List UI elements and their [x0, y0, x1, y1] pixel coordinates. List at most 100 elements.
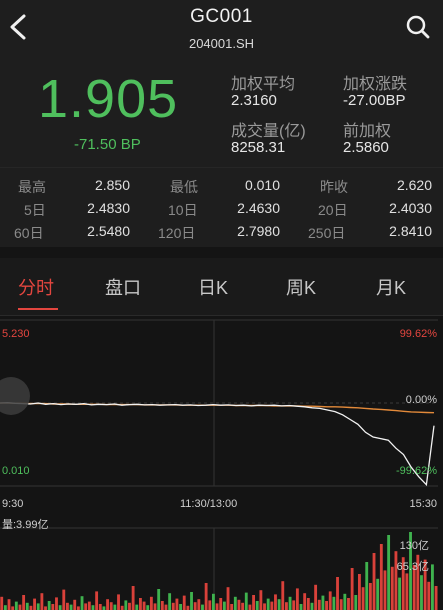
volume-bar — [383, 570, 387, 610]
avg-120d-value: 2.7980 — [237, 223, 280, 239]
volume-bar — [149, 596, 153, 610]
volume-bar — [22, 595, 26, 610]
tab-order-book[interactable]: 盘口 — [105, 274, 141, 300]
prev-close-label: 昨收 — [320, 179, 348, 195]
volume-bar — [47, 601, 51, 610]
weighted-change-value: -27.00BP — [343, 92, 406, 109]
volume-bar — [29, 605, 33, 610]
avg-60d-label: 60日 — [14, 225, 44, 241]
weighted-avg-value: 2.3160 — [231, 92, 277, 109]
volume-bar — [66, 602, 69, 610]
volume-bar — [431, 564, 434, 610]
high-value: 2.850 — [94, 177, 130, 193]
volume-value: 8258.31 — [231, 139, 286, 156]
volume-bar — [328, 591, 332, 610]
volume-bar — [193, 602, 197, 610]
y-axis-bottom-right: -99.62% — [396, 465, 437, 477]
volume-bar — [263, 603, 266, 610]
weighted-change-label: 加权涨跌 — [343, 76, 408, 93]
volume-bar — [358, 574, 361, 610]
volume-bar — [405, 573, 409, 610]
volume-bar — [135, 604, 139, 610]
volume-bar — [146, 605, 150, 610]
volume-bar — [314, 584, 318, 610]
volume-bar — [292, 600, 296, 610]
volume-bar — [306, 598, 310, 610]
volume-bar — [128, 602, 131, 610]
tab-intraday[interactable]: 分时 — [18, 274, 54, 300]
volume-bar — [427, 581, 431, 610]
volume-bar — [303, 593, 307, 610]
volume-bar — [248, 604, 252, 610]
volume-bar — [208, 600, 212, 610]
avg-5d-label: 5日 — [24, 202, 46, 218]
volume-bar — [197, 599, 201, 610]
volume-bar — [365, 562, 369, 610]
volume-bar — [379, 544, 383, 610]
volume-bar — [325, 601, 328, 610]
volume-bar — [420, 575, 423, 610]
volume-bar — [317, 599, 321, 610]
volume-bar — [171, 602, 175, 610]
volume-bar — [11, 606, 15, 610]
prev-weighted-label: 前加权 — [343, 123, 392, 140]
volume-bar — [7, 599, 11, 610]
volume-bar — [55, 597, 58, 610]
x-axis-end: 15:30 — [409, 498, 437, 510]
volume-bar — [25, 602, 29, 610]
volume-bar — [350, 568, 354, 610]
volume-bar — [69, 604, 73, 610]
volume-bar — [87, 601, 91, 610]
volume-bar — [237, 599, 241, 610]
volume-bar — [390, 566, 394, 610]
avg-250d-label: 250日 — [308, 225, 346, 241]
y-axis-top-right: 99.62% — [399, 328, 437, 340]
volume-bar — [51, 604, 55, 610]
tab-daily-k[interactable]: 日K — [198, 274, 228, 300]
volume-bar — [233, 596, 237, 610]
volume-bar — [91, 605, 95, 610]
volume-bar — [387, 535, 391, 610]
avg-20d-value: 2.4030 — [389, 200, 432, 216]
prev-close-value: 2.620 — [396, 177, 432, 193]
volume-bar — [157, 589, 161, 610]
volume-bar — [368, 583, 372, 610]
volume-bar — [255, 601, 259, 610]
prev-weighted-value: 2.5860 — [343, 139, 389, 156]
volume-bar — [361, 587, 365, 610]
volume-bar — [0, 596, 4, 610]
intraday-chart-svg — [0, 319, 438, 610]
volume-axis-top: 130亿 — [399, 540, 429, 552]
security-code: 204001.SH — [188, 36, 255, 51]
volume-bar — [186, 605, 190, 610]
volume-bar — [241, 602, 245, 610]
search-button[interactable] — [405, 14, 431, 40]
volume-bar — [44, 606, 47, 610]
volume-bar — [80, 596, 84, 610]
volume-bar — [310, 602, 314, 610]
page-title: GC001 — [190, 6, 253, 27]
tab-weekly-k[interactable]: 周K — [286, 274, 316, 300]
volume-bar — [168, 593, 172, 610]
volume-bar — [339, 599, 343, 610]
tab-monthly-k[interactable]: 月K — [376, 274, 406, 300]
low-value: 0.010 — [244, 177, 280, 193]
volume-bar — [226, 587, 230, 610]
avg-60d-value: 2.5480 — [87, 223, 130, 239]
low-label: 最低 — [170, 179, 198, 195]
weighted-avg-label: 加权平均 — [231, 76, 296, 93]
volume-bar — [376, 578, 380, 610]
intraday-chart[interactable]: 5.230 99.62% 0.00% 0.010 -99.62% 9:30 11… — [0, 318, 443, 610]
volume-bar — [139, 598, 142, 610]
volume-bar — [164, 604, 168, 610]
chart-tabs: 分时 盘口 日K 周K 月K — [0, 258, 443, 316]
volume-bar — [117, 594, 120, 610]
volume-bar — [244, 592, 248, 610]
volume-bar — [222, 601, 226, 610]
volume-bar — [285, 602, 288, 610]
volume-bar — [36, 603, 40, 610]
volume-bar — [131, 586, 135, 610]
x-axis-mid: 11:30/13:00 — [180, 498, 238, 510]
volume-bar — [434, 586, 438, 610]
volume-bar — [277, 599, 281, 610]
